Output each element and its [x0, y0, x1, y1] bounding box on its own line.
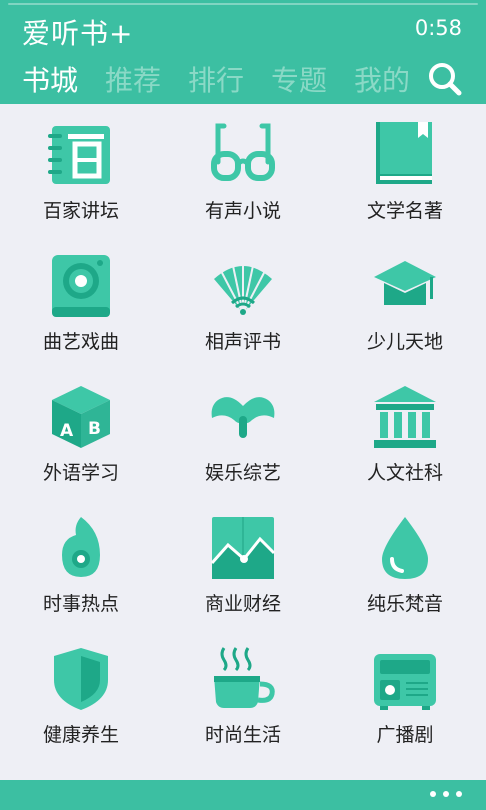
category-label: 曲艺戏曲	[42, 331, 119, 353]
category-entertainment[interactable]: 娱乐综艺	[162, 366, 324, 497]
chart-icon	[210, 517, 276, 579]
clock: 0:58	[414, 16, 462, 40]
category-crosstalk[interactable]: 相声评书	[162, 235, 324, 366]
book-icon	[376, 122, 432, 184]
search-icon[interactable]	[427, 62, 463, 96]
category-grid: 百家讲坛 有声小说 文学名著 曲艺戏曲 相声评书 少儿天地 A B 外语学习 娱…	[0, 104, 486, 780]
category-current-affairs[interactable]: 时事热点	[0, 497, 162, 628]
category-label: 有声小说	[204, 200, 281, 222]
category-label: 相声评书	[204, 331, 281, 353]
drop-icon	[382, 517, 428, 579]
category-baijia-jiangtan[interactable]: 百家讲坛	[0, 104, 162, 235]
app-header: 爱听书+ 0:58 书城 推荐 排行 专题 我的	[0, 0, 486, 104]
mustache-icon	[211, 397, 275, 438]
category-literature[interactable]: 文学名著	[324, 104, 486, 235]
svg-text:A: A	[60, 421, 74, 441]
category-label: 娱乐综艺	[204, 462, 281, 484]
tab-topics[interactable]: 专题	[271, 59, 327, 99]
category-label: 百家讲坛	[42, 200, 119, 222]
coffee-cup-icon	[214, 647, 275, 708]
category-label: 人文社科	[366, 462, 443, 484]
category-label: 时事热点	[42, 593, 119, 615]
app-title: 爱听书+	[22, 17, 134, 50]
shield-icon	[54, 648, 108, 710]
fan-icon	[214, 259, 272, 315]
category-label: 商业财经	[204, 593, 281, 615]
category-label: 少儿天地	[366, 331, 443, 353]
speaker-icon	[52, 255, 110, 317]
flame-icon	[62, 517, 100, 577]
app-bar	[0, 780, 486, 810]
tab-recommend[interactable]: 推荐	[105, 59, 161, 99]
tab-ranking[interactable]: 排行	[188, 59, 244, 99]
category-audio-novels[interactable]: 有声小说	[162, 104, 324, 235]
category-label: 广播剧	[376, 724, 434, 746]
category-label: 外语学习	[42, 462, 119, 484]
category-label: 健康养生	[42, 724, 119, 746]
museum-icon	[374, 386, 436, 448]
category-kids[interactable]: 少儿天地	[324, 235, 486, 366]
tab-mine[interactable]: 我的	[354, 59, 410, 99]
category-health[interactable]: 健康养生	[0, 628, 162, 759]
category-radio-drama[interactable]: 广播剧	[324, 628, 486, 759]
glasses-icon	[211, 123, 275, 181]
category-label: 时尚生活	[204, 724, 281, 746]
category-opera[interactable]: 曲艺戏曲	[0, 235, 162, 366]
ab-cube-icon: A B	[52, 386, 110, 448]
category-humanities[interactable]: 人文社科	[324, 366, 486, 497]
graduation-cap-icon	[374, 261, 436, 305]
radio-icon	[374, 654, 436, 710]
category-label: 文学名著	[366, 200, 443, 222]
more-icon[interactable]	[430, 791, 462, 799]
category-lifestyle[interactable]: 时尚生活	[162, 628, 324, 759]
category-music[interactable]: 纯乐梵音	[324, 497, 486, 628]
status-bar-line	[8, 3, 478, 5]
category-foreign-language[interactable]: A B 外语学习	[0, 366, 162, 497]
category-business[interactable]: 商业财经	[162, 497, 324, 628]
svg-text:B: B	[88, 419, 101, 439]
tab-bookstore[interactable]: 书城	[22, 59, 78, 99]
category-label: 纯乐梵音	[366, 593, 443, 615]
notebook-icon	[48, 126, 110, 184]
